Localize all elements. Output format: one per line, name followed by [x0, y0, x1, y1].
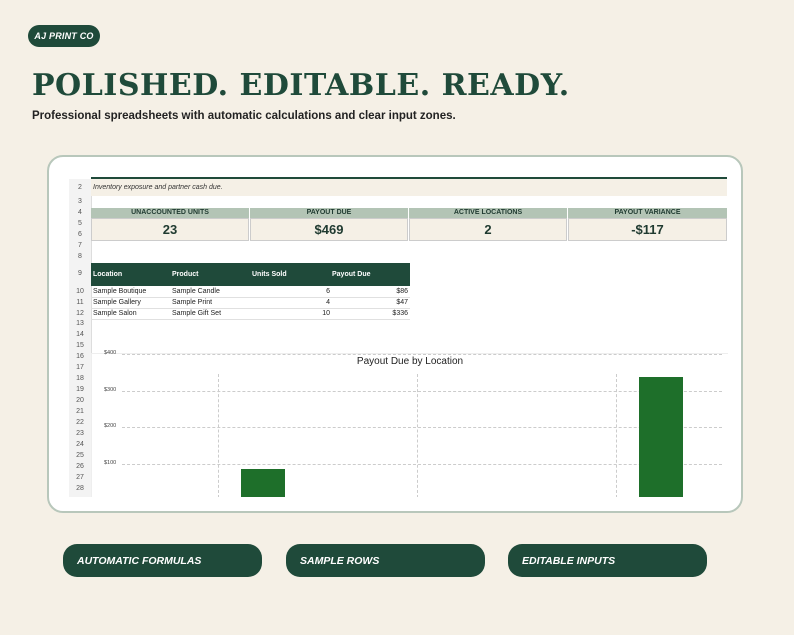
row-number[interactable]: 11 — [69, 299, 91, 306]
gridline-vertical — [616, 374, 617, 497]
brand-badge: AJ PRINT CO — [28, 25, 100, 47]
row-number[interactable]: 20 — [69, 397, 91, 404]
cell-units-sold[interactable]: 10 — [252, 308, 330, 319]
row-number[interactable]: 28 — [69, 485, 91, 492]
kpi-value-active-locations[interactable]: 2 — [409, 218, 567, 241]
hero-title: POLISHED. EDITABLE. READY. — [32, 68, 570, 103]
row-number[interactable]: 24 — [69, 441, 91, 448]
cell-location[interactable]: Sample Boutique — [93, 286, 146, 297]
col-header-payout-due[interactable]: Payout Due — [332, 263, 371, 286]
row-number[interactable]: 14 — [69, 331, 91, 338]
col-header-product[interactable]: Product — [172, 263, 198, 286]
table-row[interactable]: Sample Salon Sample Gift Set 10 $336 — [91, 308, 410, 320]
cell-payout-due[interactable]: $336 — [332, 308, 408, 319]
row-number[interactable]: 26 — [69, 463, 91, 470]
row-number[interactable]: 21 — [69, 408, 91, 415]
row-number[interactable]: 22 — [69, 419, 91, 426]
brand-label: AJ PRINT CO — [34, 31, 94, 41]
row-number[interactable]: 16 — [69, 353, 91, 360]
row-number[interactable]: 7 — [69, 242, 91, 249]
gridline-horizontal — [122, 354, 722, 355]
cell-location[interactable]: Sample Salon — [93, 308, 137, 319]
y-tick-label: $400 — [104, 350, 117, 356]
kpi-label-active-locations: ACTIVE LOCATIONS — [409, 208, 567, 218]
chart-title: Payout Due by Location — [356, 356, 464, 367]
kpi-label-unaccounted-units: UNACCOUNTED UNITS — [91, 208, 249, 218]
kpi-value-unaccounted-units[interactable]: 23 — [91, 218, 249, 241]
y-tick-label: $300 — [104, 386, 117, 393]
chart-bar[interactable] — [639, 377, 683, 497]
cell-payout-due[interactable]: $47 — [332, 297, 408, 308]
row-number[interactable]: 4 — [69, 209, 91, 216]
feature-label: AUTOMATIC FORMULAS — [77, 554, 202, 567]
row-number[interactable]: 18 — [69, 375, 91, 382]
note-cell[interactable]: Inventory exposure and partner cash due. — [91, 179, 727, 196]
row-number[interactable]: 5 — [69, 220, 91, 227]
chart-bar[interactable] — [241, 468, 285, 497]
y-tick-label: $100 — [104, 459, 117, 466]
row-number[interactable]: 23 — [69, 430, 91, 437]
row-number[interactable]: 13 — [69, 320, 91, 327]
kpi-label-payout-due: PAYOUT DUE — [250, 208, 408, 218]
kpi-value-payout-variance[interactable]: -$117 — [568, 218, 727, 241]
row-number[interactable]: 27 — [69, 474, 91, 481]
cell-product[interactable]: Sample Candle — [172, 286, 220, 297]
row-number[interactable]: 10 — [69, 288, 91, 295]
feature-label: EDITABLE INPUTS — [522, 554, 616, 567]
row-number[interactable]: 6 — [69, 231, 91, 238]
feature-label: SAMPLE ROWS — [300, 554, 380, 567]
cell-location[interactable]: Sample Gallery — [93, 297, 141, 308]
kpi-label-payout-variance: PAYOUT VARIANCE — [568, 208, 727, 218]
spreadsheet: 2 3 4 5 6 7 8 9 10 11 12 13 14 15 16 17 18 19 20 21 22 23 24 25… — [69, 177, 729, 497]
row-number[interactable]: 17 — [69, 364, 91, 371]
feature-editable-inputs: EDITABLE INPUTS — [508, 544, 707, 577]
feature-sample-rows: SAMPLE ROWS — [286, 544, 485, 577]
cell-product[interactable]: Sample Print — [172, 297, 212, 308]
table-header: Location Product Units Sold Payout Due — [91, 263, 410, 286]
cell-units-sold[interactable]: 4 — [252, 297, 330, 308]
cell-product[interactable]: Sample Gift Set — [172, 308, 221, 319]
row-number[interactable]: 3 — [69, 198, 91, 205]
row-number[interactable]: 8 — [69, 253, 91, 260]
row-number[interactable]: 19 — [69, 386, 91, 393]
gridline-vertical — [417, 374, 418, 497]
row-number[interactable]: 25 — [69, 452, 91, 459]
col-header-location[interactable]: Location — [93, 263, 122, 286]
row-number[interactable]: 12 — [69, 310, 91, 317]
hero-subtitle: Professional spreadsheets with automatic… — [32, 110, 456, 122]
spreadsheet-frame: 2 3 4 5 6 7 8 9 10 11 12 13 14 15 16 17 18 19 20 21 22 23 24 25… — [47, 155, 743, 513]
y-tick-label: $200 — [104, 423, 117, 429]
row-number[interactable]: 15 — [69, 342, 91, 349]
gridline-horizontal — [122, 463, 722, 465]
row-number[interactable]: 2 — [69, 184, 91, 191]
gridline-horizontal — [122, 390, 722, 392]
row-number[interactable]: 9 — [69, 270, 91, 277]
gridline-vertical — [218, 374, 219, 497]
col-header-units-sold[interactable]: Units Sold — [252, 263, 287, 286]
cell-units-sold[interactable]: 6 — [252, 286, 330, 297]
cell-payout-due[interactable]: $86 — [332, 286, 408, 297]
kpi-value-payout-due[interactable]: $469 — [250, 218, 408, 241]
gridline-horizontal — [122, 427, 722, 428]
feature-automatic-formulas: AUTOMATIC FORMULAS — [63, 544, 262, 577]
payout-chart[interactable]: Payout Due by Location $400 $300 $200 $100 — [91, 350, 728, 497]
